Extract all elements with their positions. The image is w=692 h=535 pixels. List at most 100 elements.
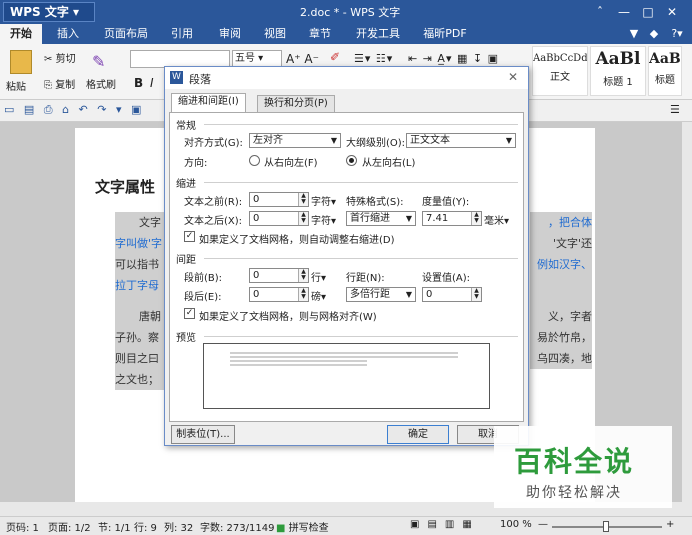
text-line-spacer bbox=[530, 275, 592, 306]
spacing-after-input[interactable]: 0 ▲ ▼ bbox=[249, 287, 309, 302]
tab-stops-button[interactable]: 制表位(T)... bbox=[171, 425, 235, 444]
spinner-arrows-icon[interactable]: ▲ ▼ bbox=[298, 193, 308, 206]
chevron-down-icon: ▼ bbox=[405, 290, 412, 299]
ltr-radio[interactable] bbox=[346, 155, 357, 166]
style-heading1[interactable]: AaBl 标题 1 bbox=[590, 46, 646, 96]
measure-unit[interactable]: 毫米▾ bbox=[484, 212, 509, 227]
menu-home[interactable]: 开始 bbox=[0, 24, 42, 44]
indent-after-label: 文本之后(X): bbox=[184, 216, 243, 227]
question-icon[interactable]: ?▾ bbox=[666, 24, 688, 44]
spinner-arrows-icon[interactable]: ▲ ▼ bbox=[298, 212, 308, 225]
vertical-scrollbar[interactable] bbox=[682, 122, 692, 502]
indent-after-unit[interactable]: 字符▾ bbox=[311, 212, 336, 227]
indent-icons[interactable]: ⇤ ⇥ A̲▾ ▦ ↧ ▣ bbox=[408, 52, 499, 65]
dialog-close-icon[interactable]: ✕ bbox=[508, 70, 518, 84]
status-col: 列: 32 bbox=[164, 523, 194, 534]
special-format-select[interactable]: 首行缩进 ▼ bbox=[346, 211, 416, 226]
ok-button[interactable]: 确定 bbox=[387, 425, 449, 444]
grow-font-icon[interactable]: A⁺ A⁻ bbox=[286, 52, 319, 66]
special-format-value: 首行缩进 bbox=[350, 213, 390, 224]
clear-format-icon[interactable]: ✐ bbox=[330, 50, 340, 64]
outline-value: 正文文本 bbox=[410, 135, 450, 146]
preview-lines bbox=[230, 350, 458, 368]
maximize-icon[interactable]: □ bbox=[638, 3, 658, 21]
watermark-subtitle: 助你轻松解决 bbox=[526, 485, 622, 501]
rtl-radio[interactable] bbox=[249, 155, 260, 166]
style-heading-sample: AaBl bbox=[649, 51, 681, 67]
style-normal[interactable]: AaBbCcDd 正文 bbox=[532, 46, 588, 96]
spacing-before-label: 段前(B): bbox=[184, 273, 223, 284]
menu-review[interactable]: 审阅 bbox=[210, 24, 250, 44]
ribbon-collapse-icon[interactable]: ˆ bbox=[590, 3, 610, 21]
spinner-arrows-icon[interactable]: ▲ ▼ bbox=[471, 288, 481, 301]
menu-view[interactable]: 视图 bbox=[255, 24, 295, 44]
alignment-select[interactable]: 左对齐 ▼ bbox=[249, 133, 341, 148]
line-spacing-value: 多倍行距 bbox=[350, 289, 390, 300]
help-icon[interactable]: ◆ bbox=[646, 24, 662, 44]
zoom-out-icon[interactable]: — bbox=[538, 519, 548, 530]
copy-button[interactable]: ⎘ 复制 bbox=[44, 76, 75, 91]
indent-after-input[interactable]: 0 ▲ ▼ bbox=[249, 211, 309, 226]
right-text-column: ，把合体 '文字'还 例如汉字、 义，字者 易於竹帛， 乌四凑，地 bbox=[530, 212, 592, 369]
app-menu-button[interactable]: WPS 文字 ▾ bbox=[3, 2, 95, 22]
line-spacing-select[interactable]: 多倍行距 ▼ bbox=[346, 287, 416, 302]
shirt-icon[interactable]: ▼ bbox=[626, 24, 642, 44]
spacing-grid-checkbox[interactable]: ✓ bbox=[184, 308, 195, 319]
indent-before-value: 0 bbox=[253, 194, 260, 205]
spacing-after-label: 段后(E): bbox=[184, 292, 222, 303]
spacing-after-unit[interactable]: 磅▾ bbox=[311, 288, 326, 303]
cut-button[interactable]: ✂ 剪切 bbox=[44, 50, 76, 65]
measure-input[interactable]: 7.41 ▲ ▼ bbox=[422, 211, 482, 226]
menu-references[interactable]: 引用 bbox=[162, 24, 202, 44]
menu-foxit-pdf[interactable]: 福昕PDF bbox=[416, 24, 474, 44]
spacing-before-unit[interactable]: 行▾ bbox=[311, 269, 326, 284]
menu-bar: 开始 插入 页面布局 引用 审阅 视图 章节 开发工具 福昕PDF ▼ ◆ ?▾ bbox=[0, 24, 692, 44]
watermark: 百科全说 助你轻松解决 bbox=[494, 426, 672, 508]
tab-line-page-breaks[interactable]: 换行和分页(P) bbox=[257, 95, 335, 113]
spacing-before-input[interactable]: 0 ▲ ▼ bbox=[249, 268, 309, 283]
zoom-value: 100 % bbox=[500, 519, 532, 530]
setting-input[interactable]: 0 ▲ ▼ bbox=[422, 287, 482, 302]
bold-button[interactable]: B bbox=[134, 76, 143, 90]
scissors-icon: ✂ bbox=[44, 54, 53, 65]
preview-line bbox=[230, 352, 458, 354]
minimize-icon[interactable]: — bbox=[614, 3, 634, 21]
toolbar-menu-icon[interactable]: ☰ bbox=[670, 103, 680, 116]
zoom-slider-thumb[interactable] bbox=[603, 521, 609, 532]
brush-icon[interactable]: ✎ bbox=[92, 52, 110, 71]
rtl-label: 从右向左(F) bbox=[264, 158, 318, 169]
style-heading[interactable]: AaBl 标题 bbox=[648, 46, 682, 96]
view-mode-icons[interactable]: ▣▤▥▦ bbox=[410, 519, 480, 530]
list-icons[interactable]: ☰▾ ☷▾ bbox=[354, 52, 393, 65]
spellcheck-icon: ■ bbox=[276, 523, 286, 534]
menu-developer[interactable]: 开发工具 bbox=[350, 24, 406, 44]
paste-icon[interactable] bbox=[10, 50, 32, 74]
quick-access-icons[interactable]: ▭ ▤ ⎙ ⌂ ↶ ↷ ▾ ▣ bbox=[4, 103, 144, 117]
spinner-arrows-icon[interactable]: ▲ ▼ bbox=[298, 288, 308, 301]
preview-line bbox=[230, 356, 458, 358]
title-bar: WPS 文字 ▾ 2.doc * - WPS 文字 ˆ — □ ✕ bbox=[0, 0, 692, 24]
menu-insert[interactable]: 插入 bbox=[46, 24, 90, 44]
paste-label[interactable]: 粘贴 bbox=[6, 78, 26, 93]
text-line: 文字 bbox=[139, 216, 161, 229]
indent-before-input[interactable]: 0 ▲ ▼ bbox=[249, 192, 309, 207]
style-normal-sample: AaBbCcDd bbox=[533, 53, 587, 64]
spellcheck-button[interactable]: ■ 拼写检查 bbox=[276, 519, 329, 534]
text-line: ，把合体 bbox=[548, 216, 592, 229]
section-divider bbox=[204, 258, 518, 259]
tab-indent-spacing[interactable]: 缩进和间距(I) bbox=[171, 93, 246, 113]
spinner-arrows-icon[interactable]: ▲ ▼ bbox=[298, 269, 308, 282]
italic-button[interactable]: I bbox=[150, 76, 154, 90]
section-indent: 缩进 bbox=[176, 179, 196, 190]
menu-page-layout[interactable]: 页面布局 bbox=[98, 24, 154, 44]
indent-grid-checkbox[interactable]: ✓ bbox=[184, 231, 195, 242]
status-bar: 页码: 1 页面: 1/2 节: 1/1 行: 9 列: 32 字数: 273/… bbox=[0, 516, 692, 535]
close-icon[interactable]: ✕ bbox=[662, 3, 682, 21]
text-line: 字叫做'字 bbox=[115, 237, 163, 250]
menu-chapter[interactable]: 章节 bbox=[300, 24, 340, 44]
format-painter-label[interactable]: 格式刷 bbox=[86, 76, 116, 91]
spinner-arrows-icon[interactable]: ▲ ▼ bbox=[471, 212, 481, 225]
outline-select[interactable]: 正文文本 ▼ bbox=[406, 133, 516, 148]
indent-before-unit[interactable]: 字符▾ bbox=[311, 193, 336, 208]
zoom-in-icon[interactable]: + bbox=[666, 519, 674, 530]
